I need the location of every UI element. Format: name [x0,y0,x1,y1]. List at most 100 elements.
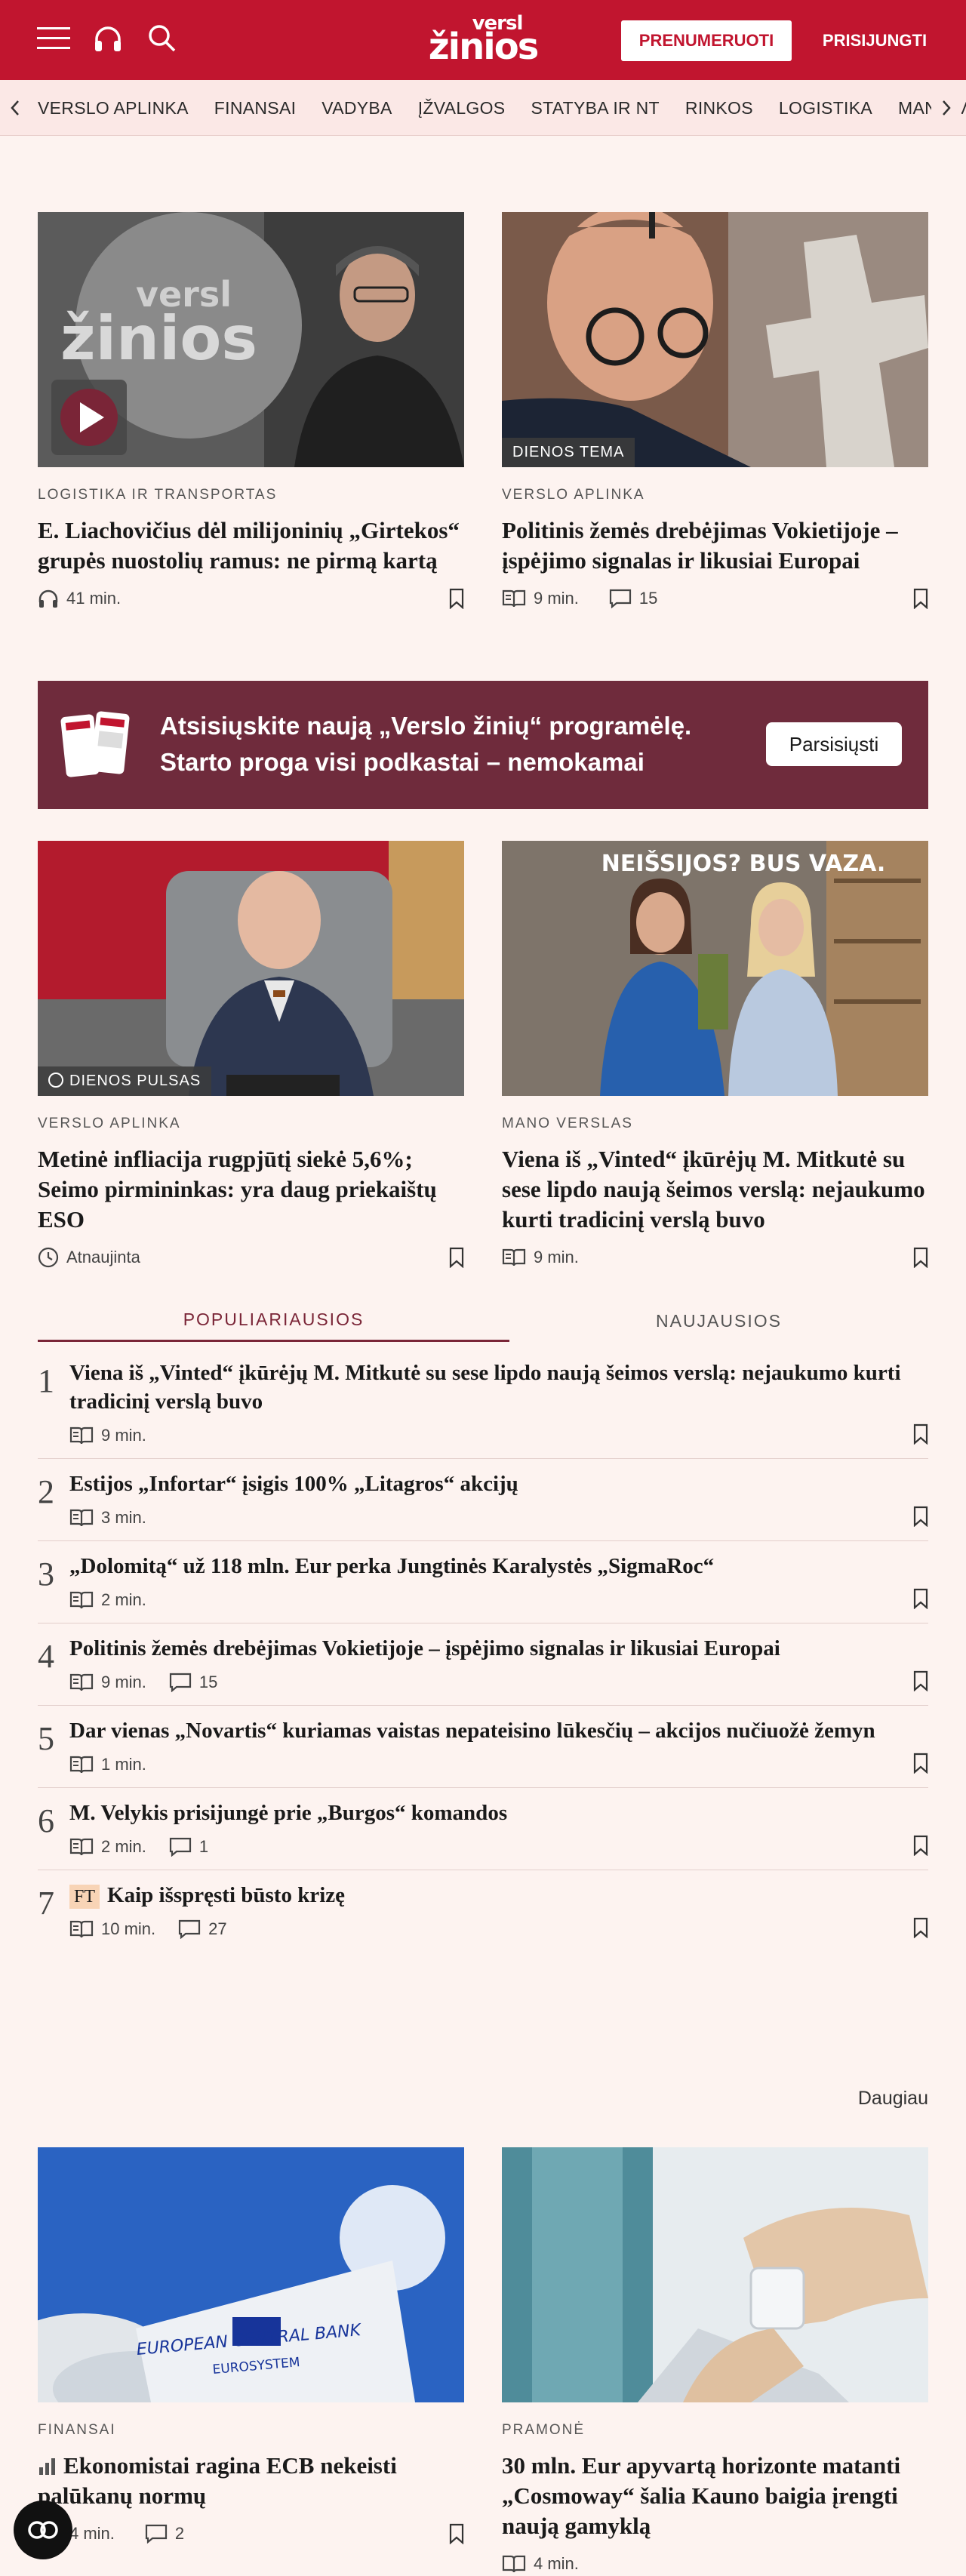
bookmark-icon[interactable] [913,1753,928,1778]
list-item-meta: 2 min. 1 [69,1832,928,1862]
list-item[interactable]: 2 Estijos „Infortar“ įsigis 100% „Litagr… [38,1459,928,1541]
article-card[interactable]: DIENOS PULSAS VERSLO APLINKA Metinė infl… [38,841,464,1271]
book-icon [69,1426,94,1445]
read-time: 4 min. [69,2524,115,2543]
list-item-title[interactable]: FT Kaip išspręsti būsto krizę [69,1870,928,1910]
article-image[interactable]: DIENOS TEMA [502,212,928,467]
bookmark-icon[interactable] [913,1917,928,1943]
bookmark-icon[interactable] [449,588,464,614]
site-logo[interactable]: versl žinios [413,14,553,66]
subscribe-button[interactable]: PRENUMERUOTI [621,20,792,61]
comment-count[interactable]: 27 [208,1919,226,1939]
list-item-title[interactable]: Estijos „Infortar“ įsigis 100% „Litagros… [69,1459,928,1498]
comment-icon[interactable] [145,2524,168,2544]
article-category[interactable]: FINANSAI [38,2422,464,2439]
book-icon [69,1919,94,1939]
bookmark-icon[interactable] [449,1247,464,1273]
bookmark-icon[interactable] [913,1423,928,1449]
dienos-tema-badge: DIENOS TEMA [502,438,635,467]
article-category[interactable]: LOGISTIKA IR TRANSPORTAS [38,487,464,503]
bookmark-icon[interactable] [449,2523,464,2549]
ft-badge: FT [69,1885,100,1909]
list-item[interactable]: 5 Dar vienas „Novartis“ kuriamas vaistas… [38,1706,928,1788]
headphones-icon[interactable] [89,20,127,57]
article-title[interactable]: 30 mln. Eur apyvartą horizonte matanti „… [502,2451,928,2541]
article-title[interactable]: E. Liachovičius dėl milijoninių „Girteko… [38,516,464,576]
article-image[interactable]: versl žinios [38,212,464,467]
comment-icon[interactable] [169,1673,192,1692]
nav-prev-icon[interactable] [0,80,30,135]
bookmark-icon[interactable] [913,588,928,614]
bookmark-icon[interactable] [913,1588,928,1614]
comment-count[interactable]: 2 [175,2524,184,2544]
nav-item-statyba[interactable]: STATYBA IR NT [531,98,659,118]
article-category[interactable]: VERSLO APLINKA [38,1116,464,1132]
nav-item-rinkos[interactable]: RINKOS [685,98,753,118]
nav-item-finansai[interactable]: FINANSAI [214,98,296,118]
article-card[interactable]: versl žinios LOGISTIKA IR TRANSPORTAS E.… [38,212,464,612]
comment-icon[interactable] [178,1919,201,1939]
bookmark-icon[interactable] [913,1247,928,1273]
list-item[interactable]: 4 Politinis žemės drebėjimas Vokietijoje… [38,1623,928,1706]
updated-status: Atnaujinta [66,1248,140,1266]
list-item-title[interactable]: Viena iš „Vinted“ įkūrėjų M. Mitkutė su … [69,1348,928,1416]
comment-icon[interactable] [169,1837,192,1857]
nav-item-verslo-aplinka[interactable]: VERSLO APLINKA [38,98,189,118]
article-title[interactable]: Viena iš „Vinted“ įkūrėjų M. Mitkutė su … [502,1144,928,1235]
nav-item-izvalgos[interactable]: ĮŽVALGOS [418,98,506,118]
download-app-button[interactable]: Parsisiųsti [766,722,902,766]
article-image[interactable]: EUROPEAN CENTRAL BANK EUROSYSTEM [38,2147,464,2402]
tab-latest[interactable]: NAUJAUSIOS [509,1300,928,1342]
article-title[interactable]: Ekonomistai ragina ECB nekeisti palūkanų… [38,2451,464,2511]
category-nav: VERSLO APLINKA FINANSAI VADYBA ĮŽVALGOS … [0,80,966,136]
comment-count[interactable]: 15 [639,589,657,608]
app-promo-banner[interactable]: Atsisiųskite naują „Verslo žinių“ progra… [38,681,928,809]
article-title[interactable]: Politinis žemės drebėjimas Vokietijoje –… [502,516,928,576]
list-item-meta: 9 min. [69,1420,928,1451]
list-item-meta: 10 min. 27 [69,1914,928,1944]
list-item-title[interactable]: M. Velykis prisijungė prie „Burgos“ koma… [69,1788,928,1827]
list-item-title[interactable]: Politinis žemės drebėjimas Vokietijoje –… [69,1623,928,1663]
login-button[interactable]: PRISIJUNGTI [803,20,946,61]
more-link[interactable]: Daugiau [858,2088,928,2110]
article-meta: 41 min. [38,585,464,612]
list-item[interactable]: 6 M. Velykis prisijungė prie „Burgos“ ko… [38,1788,928,1870]
nav-next-icon[interactable] [931,80,961,135]
list-item[interactable]: 3 „Dolomitą“ už 118 mln. Eur perka Jungt… [38,1541,928,1623]
dienos-pulsas-badge: DIENOS PULSAS [38,1066,212,1096]
comment-count[interactable]: 1 [199,1837,208,1857]
article-image[interactable]: NEIŠSIJOS? BUS VAZA. [502,841,928,1096]
list-item[interactable]: 7 FT Kaip išspręsti būsto krizę 10 min. 2… [38,1870,928,1944]
bookmark-icon[interactable] [913,1670,928,1696]
article-image[interactable]: DIENOS PULSAS [38,841,464,1096]
article-meta: 4 min. 2 [38,2520,464,2547]
bookmark-icon[interactable] [913,1835,928,1860]
nav-item-vadyba[interactable]: VADYBA [321,98,392,118]
article-title[interactable]: Metinė infliacija rugpjūtį siekė 5,6%; S… [38,1144,464,1235]
article-card[interactable]: DIENOS TEMA VERSLO APLINKA Politinis žem… [502,212,928,612]
list-item[interactable]: 1 Viena iš „Vinted“ įkūrėjų M. Mitkutė s… [38,1348,928,1459]
nav-item-logistika[interactable]: LOGISTIKA [779,98,872,118]
article-category[interactable]: PRAMONĖ [502,2422,928,2439]
article-card[interactable]: PRAMONĖ 30 mln. Eur apyvartą horizonte m… [502,2147,928,2576]
list-item-title[interactable]: Dar vienas „Novartis“ kuriamas vaistas n… [69,1706,928,1745]
list-item-title[interactable]: „Dolomitą“ už 118 mln. Eur perka Jungtin… [69,1541,928,1580]
read-time: 9 min. [534,589,579,608]
listen-time: 41 min. [66,589,122,608]
article-image[interactable] [502,2147,928,2402]
comment-icon[interactable] [609,589,632,608]
article-category[interactable]: MANO VERSLAS [502,1116,928,1132]
search-icon[interactable] [143,20,181,57]
accessibility-eye-icon[interactable] [14,2501,72,2559]
article-card[interactable]: NEIŠSIJOS? BUS VAZA. MANO VERSLAS Viena … [502,841,928,1271]
menu-icon[interactable] [35,20,72,57]
read-time: 2 min. [101,1837,146,1856]
popular-tabs: POPULIARIAUSIOS NAUJAUSIOS [38,1300,928,1342]
bookmark-icon[interactable] [913,1506,928,1531]
article-category[interactable]: VERSLO APLINKA [502,487,928,503]
tab-popular[interactable]: POPULIARIAUSIOS [38,1300,509,1342]
rank-number: 1 [38,1362,54,1399]
article-card[interactable]: EUROPEAN CENTRAL BANK EUROSYSTEM FINANSA… [38,2147,464,2547]
article-meta: 4 min. [502,2550,928,2576]
comment-count[interactable]: 15 [199,1673,217,1692]
